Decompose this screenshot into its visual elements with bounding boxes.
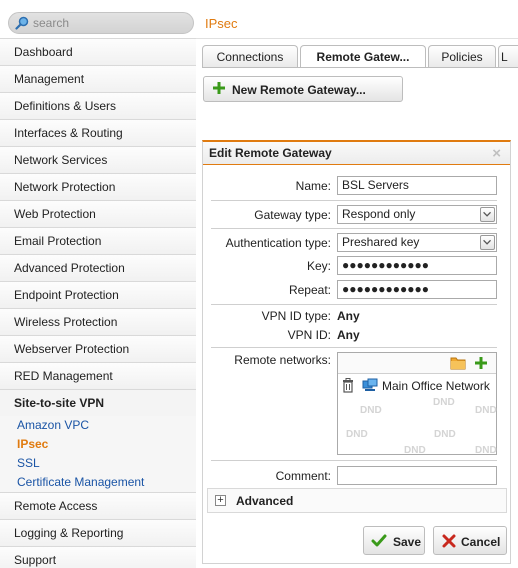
network-icon xyxy=(362,378,378,391)
vpn-id-label: VPN ID: xyxy=(287,328,331,342)
dialog-title: Edit Remote Gateway xyxy=(209,146,332,160)
chevron-down-icon xyxy=(480,207,495,222)
sidebar-item-endpoint-protection[interactable]: Endpoint Protection xyxy=(0,281,196,308)
cancel-label: Cancel xyxy=(461,535,501,549)
plus-icon[interactable] xyxy=(474,356,488,370)
repeat-key-field[interactable]: ●●●●●●●●●●●● xyxy=(337,280,497,299)
dnd-watermark: DND xyxy=(475,445,497,456)
dnd-watermark: DND xyxy=(360,405,382,416)
sidebar-item-management[interactable]: Management xyxy=(0,65,196,92)
sidebar-item-advanced-protection[interactable]: Advanced Protection xyxy=(0,254,196,281)
tab-policies[interactable]: Policies xyxy=(428,45,496,68)
header-divider xyxy=(196,38,518,39)
name-label: Name: xyxy=(295,179,331,193)
sidebar-item-web-protection[interactable]: Web Protection xyxy=(0,200,196,227)
vpn-id-type-value: Any xyxy=(337,309,360,323)
divider xyxy=(211,200,497,201)
sidebar-subitem-ipsec[interactable]: IPsec xyxy=(0,435,196,454)
key-field[interactable]: ●●●●●●●●●●●● xyxy=(337,256,497,275)
close-icon[interactable]: × xyxy=(492,145,501,162)
advanced-label: Advanced xyxy=(236,494,294,508)
dnd-watermark: DND xyxy=(475,405,497,416)
divider xyxy=(211,304,497,305)
sidebar-subitem-amazon-vpc[interactable]: Amazon VPC xyxy=(0,416,196,435)
edit-remote-gateway-dialog: Edit Remote Gateway × Name: BSL Servers … xyxy=(202,140,511,564)
divider xyxy=(211,228,497,229)
sidebar-item-site-to-site-vpn[interactable]: Site-to-site VPN xyxy=(0,389,196,416)
dialog-header: Edit Remote Gateway × xyxy=(203,142,510,165)
sidebar-item-email-protection[interactable]: Email Protection xyxy=(0,227,196,254)
page-title: IPsec xyxy=(205,16,238,31)
vpn-id-type-label: VPN ID type: xyxy=(261,309,331,323)
tabs-divider xyxy=(202,67,518,68)
search-icon xyxy=(15,16,29,30)
dnd-watermark: DND xyxy=(404,445,426,456)
remote-networks-toolbar xyxy=(338,353,496,374)
sidebar-item-network-services[interactable]: Network Services xyxy=(0,146,196,173)
save-label: Save xyxy=(393,535,422,549)
new-remote-gateway-button[interactable]: New Remote Gateway... xyxy=(203,76,403,102)
comment-label: Comment: xyxy=(275,469,331,483)
sidebar-item-interfaces-routing[interactable]: Interfaces & Routing xyxy=(0,119,196,146)
plus-icon xyxy=(213,82,225,94)
cancel-button[interactable]: Cancel xyxy=(433,526,507,555)
remote-network-label: Main Office Network xyxy=(382,379,490,393)
divider xyxy=(211,347,497,348)
close-icon xyxy=(442,534,456,548)
authentication-type-label: Authentication type: xyxy=(225,236,331,250)
chevron-down-icon xyxy=(480,235,495,250)
sidebar-item-wireless-protection[interactable]: Wireless Protection xyxy=(0,308,196,335)
sidebar-item-dashboard[interactable]: Dashboard xyxy=(0,38,196,65)
tab-connections[interactable]: Connections xyxy=(202,45,298,68)
comment-field[interactable] xyxy=(337,466,497,485)
sidebar-item-definitions-users[interactable]: Definitions & Users xyxy=(0,92,196,119)
save-button[interactable]: Save xyxy=(363,526,425,555)
sidebar-item-webserver-protection[interactable]: Webserver Protection xyxy=(0,335,196,362)
tab-remote-gateways[interactable]: Remote Gatew... xyxy=(300,45,426,68)
gateway-type-label: Gateway type: xyxy=(254,208,331,222)
folder-icon[interactable] xyxy=(450,356,466,370)
expand-icon[interactable]: + xyxy=(215,495,226,506)
authentication-type-select[interactable]: Preshared key xyxy=(337,233,497,252)
gateway-type-value: Respond only xyxy=(342,207,416,221)
sidebar-subitem-certificate-management[interactable]: Certificate Management xyxy=(0,473,196,492)
sidebar-item-remote-access[interactable]: Remote Access xyxy=(0,492,196,519)
name-field[interactable]: BSL Servers xyxy=(337,176,497,195)
checkmark-icon xyxy=(371,534,387,547)
sidebar-item-support[interactable]: Support xyxy=(0,546,196,568)
new-remote-gateway-label: New Remote Gateway... xyxy=(232,83,366,97)
authentication-type-value: Preshared key xyxy=(342,235,420,249)
advanced-section[interactable]: + Advanced xyxy=(207,488,507,513)
dnd-watermark: DND xyxy=(346,429,368,440)
sidebar-item-network-protection[interactable]: Network Protection xyxy=(0,173,196,200)
trash-icon[interactable] xyxy=(342,378,354,393)
remote-network-item[interactable]: Main Office Network xyxy=(340,377,494,395)
tab-overflow[interactable]: L xyxy=(498,45,518,68)
remote-networks-label: Remote networks: xyxy=(234,353,331,367)
sidebar: Dashboard Management Definitions & Users… xyxy=(0,38,196,568)
gateway-type-select[interactable]: Respond only xyxy=(337,205,497,224)
dnd-watermark: DND xyxy=(433,397,455,408)
sidebar-item-logging-reporting[interactable]: Logging & Reporting xyxy=(0,519,196,546)
divider xyxy=(211,460,497,461)
key-label: Key: xyxy=(306,259,331,273)
search-box[interactable] xyxy=(8,12,194,34)
search-input[interactable] xyxy=(33,15,183,31)
repeat-label: Repeat: xyxy=(288,283,331,297)
vpn-id-value: Any xyxy=(337,328,360,342)
dnd-watermark: DND xyxy=(434,429,456,440)
sidebar-item-red-management[interactable]: RED Management xyxy=(0,362,196,389)
remote-networks-list[interactable]: Main Office Network DND DND DND DND DND … xyxy=(337,352,497,456)
sidebar-subitem-ssl[interactable]: SSL xyxy=(0,454,196,473)
